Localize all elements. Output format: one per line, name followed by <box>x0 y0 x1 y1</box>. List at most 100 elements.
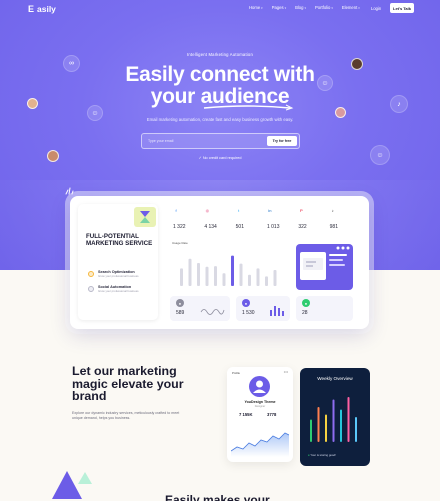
social-icon: in <box>268 208 272 213</box>
login-link[interactable]: Login <box>371 6 381 11</box>
stat-icon: ● <box>242 299 250 307</box>
social-stat-value: 4 134 <box>204 224 217 230</box>
usage-bar <box>256 268 260 286</box>
usage-bars <box>180 255 277 286</box>
weekly-bar <box>355 417 357 442</box>
weekly-overview-card: Weekly Overview ● Your is storing good! <box>300 368 370 466</box>
chevron-down-icon: ▾ <box>331 5 333 10</box>
promo-card <box>296 244 353 290</box>
usage-bar <box>205 266 209 286</box>
social-stat: P 322 <box>295 204 326 234</box>
profile-role: Designer <box>254 405 266 408</box>
more-icon <box>336 246 350 250</box>
chevron-down-icon: ▾ <box>358 5 360 10</box>
social-stat: ◎ 4 134 <box>201 204 232 234</box>
social-stat-value: 981 <box>329 224 338 230</box>
weekly-bar <box>332 399 335 442</box>
mini-stat-card: ● 28 <box>296 296 353 321</box>
profile-card: Profile ••• YouDesign Theme Designer 7 1… <box>227 367 293 462</box>
sparkle-icon <box>65 187 74 195</box>
hourglass-icon <box>134 207 156 227</box>
mini-stat-value: 1 530 <box>242 310 255 316</box>
stat-icon: ● <box>302 299 310 307</box>
feature-list: Search Optimization Grow your profession… <box>88 270 156 299</box>
list-item: Search Optimization Grow your profession… <box>88 270 156 279</box>
usage-chart: Usage Rate <box>170 240 288 290</box>
profile-stat: 3778 <box>267 412 277 417</box>
social-stat: ♪ 981 <box>327 204 358 234</box>
weekly-footer: ● Your is storing good! <box>308 453 336 457</box>
stat-icon: ● <box>176 299 184 307</box>
dashboard-mockup: FULL-POTENTIAL MARKETING SERVICE Search … <box>70 196 369 329</box>
weekly-bar <box>310 419 312 442</box>
weekly-bar <box>340 409 342 442</box>
usage-bar <box>265 276 268 286</box>
email-form: Try for free <box>141 133 300 149</box>
weekly-title: Weekly Overview <box>317 376 353 381</box>
profile-name: YouDesign Theme <box>244 400 276 404</box>
mini-stat-value: 28 <box>302 310 308 316</box>
usage-bar <box>231 255 234 286</box>
weekly-bars <box>310 397 357 442</box>
promo-image <box>300 252 326 280</box>
hero-headline-line1: Easily connect with <box>125 63 315 86</box>
logo-text: asily <box>37 4 56 14</box>
no-credit-note: ✓ No credit card required <box>0 155 440 160</box>
usage-bar <box>239 263 243 286</box>
social-stat: in 1 013 <box>264 204 295 234</box>
promo-lines <box>329 254 347 266</box>
social-stat: f 1 322 <box>170 204 201 234</box>
mini-stat-value: 589 <box>176 310 185 316</box>
usage-bar <box>214 266 217 286</box>
social-stats: f 1 322 ◎ 4 134 t 501 in 1 013 P 322 ♪ 981 <box>170 204 358 234</box>
try-free-button[interactable]: Try for free <box>267 136 297 146</box>
main-menu: Home ▾ Pages ▾ Blog ▾ Portfolio ▾ Element ▾ <box>249 5 360 10</box>
usage-bar <box>188 258 192 286</box>
social-icon: P <box>299 208 303 213</box>
chevron-down-icon: ▾ <box>304 5 306 10</box>
section-paragraph: Explore our dynamic industry services, m… <box>72 411 180 420</box>
chevron-down-icon: ▾ <box>284 5 287 10</box>
menu-item-pages[interactable]: Pages ▾ <box>272 5 286 10</box>
usage-bar <box>222 273 226 286</box>
feature-item-desc: Grow your professional business <box>98 288 139 293</box>
usage-bar <box>248 274 251 286</box>
top-nav: E asily Home ▾ Pages ▾ Blog ▾ Portfolio ▾ El… <box>0 0 440 18</box>
weekly-bar <box>347 397 350 442</box>
social-stat-value: 322 <box>298 224 307 230</box>
weekly-bar <box>325 414 327 442</box>
lets-talk-button[interactable]: Let's Talk <box>390 3 414 13</box>
sparkline <box>200 309 225 315</box>
hero-subtitle: Email marketing automation, create fast … <box>146 117 294 122</box>
profile-top-label: Profile <box>232 371 240 375</box>
usage-bar <box>197 262 200 286</box>
logo[interactable]: E asily <box>28 4 56 14</box>
social-icon: ◎ <box>205 208 210 213</box>
menu-item-blog[interactable]: Blog ▾ <box>295 5 306 10</box>
menu-item-home[interactable]: Home ▾ <box>249 5 263 10</box>
weekly-footer-text: Your is storing good! <box>310 453 336 457</box>
share-icon <box>88 285 94 292</box>
social-stat: t 501 <box>233 204 264 234</box>
headline-underline <box>203 104 294 111</box>
usage-bar <box>180 268 183 286</box>
list-item: Social Automation Grow your professional… <box>88 285 156 294</box>
mini-stat-card: ● 1 530 <box>236 296 290 321</box>
usage-bar <box>273 270 277 286</box>
bar-mini <box>270 306 284 316</box>
more-icon: ••• <box>283 369 288 374</box>
social-icon: f <box>175 208 177 213</box>
bottom-heading: Easily makes your <box>165 493 270 501</box>
logo-mark: E <box>28 3 35 14</box>
no-credit-text: No credit card required <box>202 156 242 160</box>
mini-stat-card: ● 589 <box>170 296 230 321</box>
feature-card: FULL-POTENTIAL MARKETING SERVICE Search … <box>78 204 158 320</box>
chevron-down-icon: ▾ <box>261 5 263 10</box>
menu-item-portfolio[interactable]: Portfolio ▾ <box>315 5 333 10</box>
menu-item-element[interactable]: Element ▾ <box>342 5 360 10</box>
feature-item-desc: Grow your professional business <box>98 274 139 279</box>
triangle-decoration <box>78 472 92 484</box>
area-chart <box>231 432 289 457</box>
email-input[interactable] <box>148 137 258 145</box>
hero-eyebrow: Intelligent Marketing Automation <box>187 52 253 57</box>
